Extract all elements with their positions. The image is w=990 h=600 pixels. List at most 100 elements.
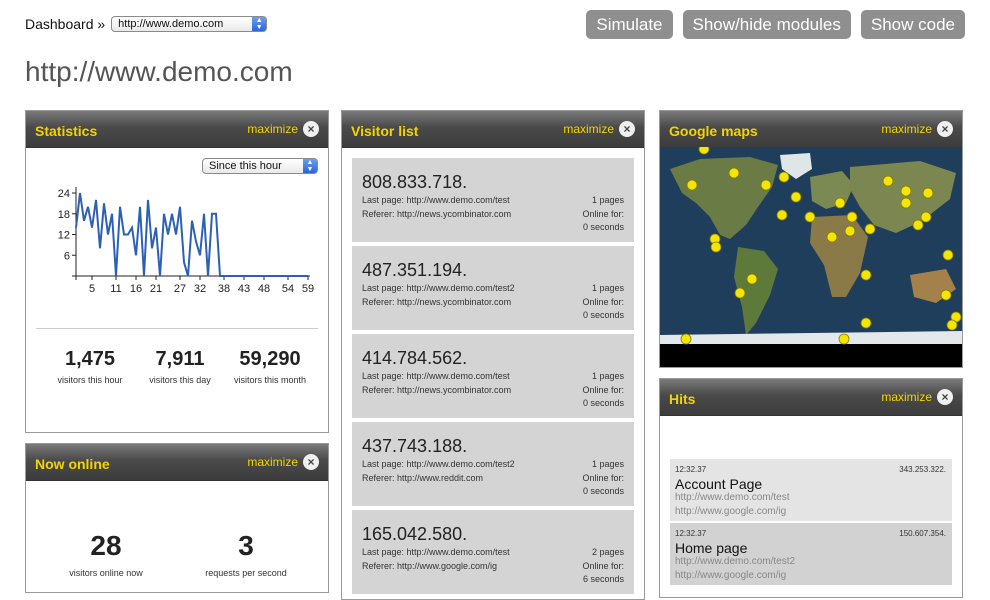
hits-panel: Hits maximize × 12:32.37 343.253.322. Ac… [659, 378, 963, 598]
now-online-header: Now online maximize × [26, 444, 328, 481]
close-icon[interactable]: × [937, 121, 953, 137]
visitor-pages: 1 pages [591, 195, 624, 205]
online-value: 28 [90, 530, 122, 561]
visitor-item[interactable]: 414.784.562. Last page: http://www.demo.… [352, 334, 634, 418]
maximize-link[interactable]: maximize [563, 122, 614, 136]
requests-per-second: 3 requests per second [176, 530, 316, 578]
maximize-link[interactable]: maximize [881, 122, 932, 136]
site-select-value: http://www.demo.com [118, 18, 224, 30]
x-tick-label: 43 [238, 283, 250, 295]
map-marker-icon[interactable] [804, 211, 816, 223]
visitors-line-chart: 24 18 12 6 5 11 16 21 27 32 38 43 48 54 59 [58, 187, 314, 295]
map-marker-icon[interactable] [826, 231, 838, 243]
map-marker-icon[interactable] [900, 185, 912, 197]
visitor-seconds: 6 seconds [582, 574, 624, 584]
now-online-panel: Now online maximize × 28 visitors online… [25, 443, 329, 593]
close-icon[interactable]: × [619, 121, 635, 137]
visitor-ip: 414.784.562. [362, 348, 468, 368]
map-marker-icon[interactable] [846, 211, 858, 223]
map-marker-icon[interactable] [680, 333, 692, 345]
visitor-online-for: Online for: [582, 297, 624, 307]
panel-title: Google maps [669, 123, 758, 139]
visitor-ip: 808.833.718. [362, 172, 468, 192]
visitor-online-for: Online for: [582, 561, 624, 571]
visitor-ip: 437.743.188. [362, 436, 468, 456]
map-marker-icon[interactable] [760, 179, 772, 191]
map-marker-icon[interactable] [746, 273, 758, 285]
toolbar: Simulate Show/hide modules Show code [586, 10, 965, 39]
panel-title: Visitor list [351, 123, 419, 139]
close-icon[interactable]: × [303, 121, 319, 137]
hit-title: Account Page [675, 476, 763, 492]
close-icon[interactable]: × [937, 389, 953, 405]
visitor-seconds: 0 seconds [582, 310, 624, 320]
hit-item[interactable]: 12:32.37 150.607.354. Home page http://w… [670, 523, 952, 585]
x-tick-label: 54 [282, 283, 294, 295]
x-tick-label: 11 [110, 283, 121, 295]
x-tick-label: 59 [302, 283, 314, 295]
map-marker-icon[interactable] [734, 287, 746, 299]
hit-referer: http://www.google.com/ig [675, 570, 787, 581]
map-marker-icon[interactable] [790, 191, 802, 203]
map-marker-icon[interactable] [882, 175, 894, 187]
close-icon[interactable]: × [303, 454, 319, 470]
map-marker-icon[interactable] [900, 197, 912, 209]
x-tick-label: 32 [194, 283, 206, 295]
maximize-link[interactable]: maximize [247, 122, 298, 136]
map-marker-icon[interactable] [698, 147, 710, 155]
stat-month: 59,290 visitors this month [224, 348, 316, 385]
breadcrumb-dashboard[interactable]: Dashboard » [25, 16, 105, 32]
visitor-last-page: Last page: http://www.demo.com/test2 [362, 459, 515, 469]
simulate-button[interactable]: Simulate [586, 10, 673, 39]
visitor-item[interactable]: 487.351.194. Last page: http://www.demo.… [352, 246, 634, 330]
show-hide-modules-button[interactable]: Show/hide modules [682, 10, 851, 39]
maximize-link[interactable]: maximize [881, 390, 932, 404]
visitor-item[interactable]: 808.833.718. Last page: http://www.demo.… [352, 158, 634, 242]
online-value: 3 [238, 530, 254, 561]
visitor-item[interactable]: 437.743.188. Last page: http://www.demo.… [352, 422, 634, 506]
map-marker-icon[interactable] [940, 289, 952, 301]
map-marker-icon[interactable] [834, 197, 846, 209]
maximize-link[interactable]: maximize [247, 455, 298, 469]
map-marker-icon[interactable] [860, 269, 872, 281]
visitor-referer: Referer: http://news.ycombinator.com [362, 385, 512, 395]
panel-title: Hits [669, 391, 696, 407]
hit-url: http://www.demo.com/test2 [675, 556, 796, 567]
map-marker-icon[interactable] [946, 319, 958, 331]
map-marker-icon[interactable] [728, 167, 740, 179]
stat-hour: 1,475 visitors this hour [44, 348, 136, 385]
map-marker-icon[interactable] [864, 223, 876, 235]
x-tick-label: 21 [150, 283, 162, 295]
hit-item[interactable]: 12:32.37 343.253.322. Account Page http:… [670, 459, 952, 521]
map-marker-icon[interactable] [686, 179, 698, 191]
show-code-button[interactable]: Show code [860, 10, 965, 39]
online-label: requests per second [205, 568, 287, 578]
visitor-list-header: Visitor list maximize × [342, 111, 644, 148]
visitor-ip: 487.351.194. [362, 260, 468, 280]
x-tick-label: 48 [258, 283, 270, 295]
stat-label: visitors this hour [57, 375, 123, 385]
map-marker-icon[interactable] [942, 249, 954, 261]
map-marker-icon[interactable] [838, 333, 850, 345]
hit-ip: 343.253.322. [899, 465, 946, 474]
map-marker-icon[interactable] [778, 171, 790, 183]
hits-header: Hits maximize × [660, 379, 962, 416]
visitor-item[interactable]: 165.042.580. Last page: http://www.demo.… [352, 510, 634, 594]
google-maps-header: Google maps maximize × [660, 111, 962, 148]
x-tick-label: 16 [130, 283, 142, 295]
panel-title: Now online [35, 456, 110, 472]
visitor-list-panel: Visitor list maximize × 808.833.718. Las… [341, 110, 645, 600]
map-marker-icon[interactable] [710, 241, 722, 253]
online-label: visitors online now [69, 568, 143, 578]
map-marker-icon[interactable] [912, 219, 924, 231]
stat-value: 1,475 [64, 348, 116, 370]
map-marker-icon[interactable] [860, 317, 872, 329]
x-tick-label: 27 [174, 283, 186, 295]
world-map[interactable] [660, 147, 962, 367]
map-marker-icon[interactable] [922, 187, 934, 199]
map-marker-icon[interactable] [920, 211, 932, 223]
map-marker-icon[interactable] [844, 225, 856, 237]
map-marker-icon[interactable] [776, 209, 788, 221]
breadcrumb-bar: Dashboard » http://www.demo.com ▲ ▼ [25, 14, 268, 34]
site-select[interactable]: http://www.demo.com ▲ ▼ [111, 16, 268, 32]
